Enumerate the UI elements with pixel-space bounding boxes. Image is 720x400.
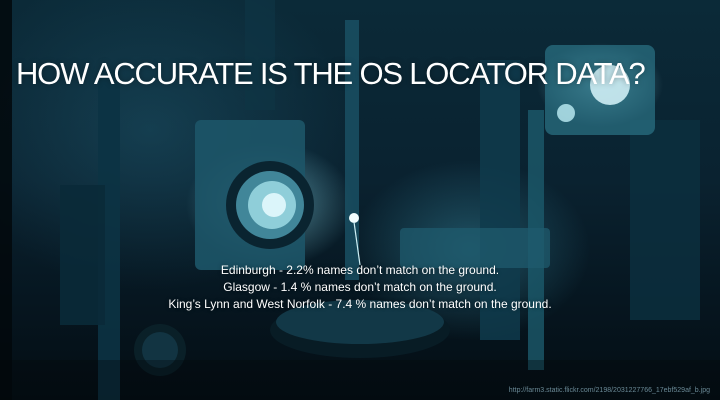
image-vignette: [0, 360, 720, 400]
stat-line-edinburgh: Edinburgh - 2.2% names don’t match on th…: [220, 263, 500, 277]
stats-list: Edinburgh - 2.2% names don’t match on th…: [40, 262, 680, 313]
light-sparkle: [349, 213, 359, 223]
lens-center: [262, 193, 286, 217]
optical-post: [245, 0, 275, 110]
image-source-url: http://farm3.static.flickr.com/2198/2031…: [508, 387, 710, 394]
slide-title: HOW ACCURATE IS THE OS LOCATOR DATA?: [16, 56, 646, 91]
slide: HOW ACCURATE IS THE OS LOCATOR DATA? Edi…: [0, 0, 720, 400]
image-edge: [0, 0, 12, 400]
stat-line-glasgow: Glasgow - 1.4 % names don’t match on the…: [223, 280, 497, 294]
stat-line-kings-lynn: King’s Lynn and West Norfolk - 7.4 % nam…: [168, 297, 552, 311]
light-glow: [557, 104, 575, 122]
